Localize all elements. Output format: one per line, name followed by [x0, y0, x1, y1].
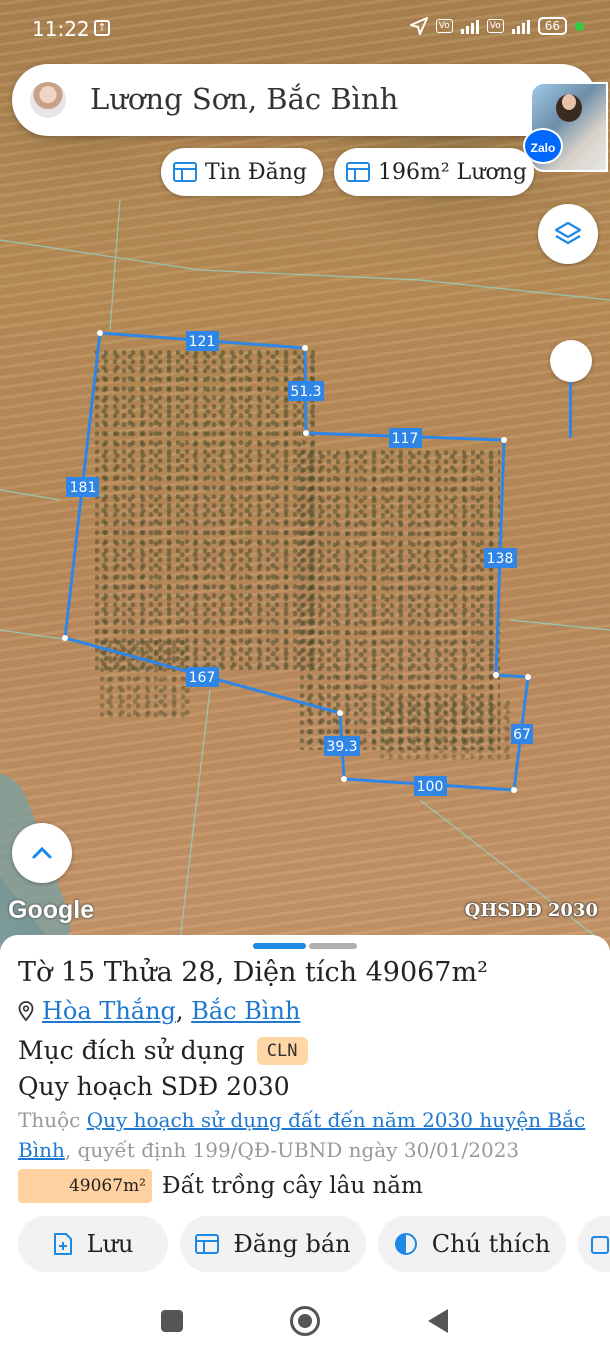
listing-icon	[346, 162, 370, 182]
plan-title: Quy hoạch SDĐ 2030	[18, 1072, 290, 1101]
more-actions-button[interactable]	[578, 1216, 610, 1272]
purpose-code-badge: CLN	[256, 1036, 308, 1065]
desc-suffix: , quyết định 199/QĐ-UBND ngày 30/01/2023	[64, 1138, 520, 1162]
edge-label: 67	[513, 727, 531, 743]
post-sale-button[interactable]: Đăng bán	[180, 1216, 366, 1272]
location-arrow-icon	[409, 17, 428, 35]
listing-icon	[195, 1234, 220, 1254]
opacity-slider-handle[interactable]	[550, 340, 592, 382]
area-description: Đất trồng cây lâu năm	[162, 1173, 423, 1199]
save-label: Lưu	[86, 1230, 134, 1258]
layers-button[interactable]	[538, 204, 598, 264]
commune-link[interactable]: Hòa Thắng	[42, 997, 176, 1025]
signal-icon	[460, 18, 479, 34]
edge-label: 121	[189, 334, 216, 350]
edge-label: 100	[417, 779, 444, 795]
area-value-box: 49067m²	[18, 1169, 152, 1203]
opacity-slider-track[interactable]	[569, 382, 572, 438]
half-circle-icon	[394, 1233, 417, 1255]
purpose-label: Mục đích sử dụng	[18, 1036, 245, 1065]
upload-icon: ↑	[94, 20, 110, 36]
separator: ,	[175, 997, 192, 1025]
edge-label: 117	[392, 431, 419, 447]
edge-label: 39.3	[326, 739, 357, 755]
chip-listing-area[interactable]: 196m² Lương Sơn	[334, 148, 534, 196]
parcel-boundary[interactable]: 121 51.3 117 181 138 167 39.3 67 100	[0, 0, 610, 950]
search-bar[interactable]: Lương Sơn, Bắc Bình	[12, 64, 597, 136]
battery-icon: 66	[537, 17, 567, 35]
avatar[interactable]	[30, 82, 66, 118]
edge-label: 51.3	[290, 384, 321, 400]
status-time: 11:22	[32, 17, 90, 41]
post-sale-label: Đăng bán	[233, 1230, 351, 1258]
satellite-map[interactable]: 121 51.3 117 181 138 167 39.3 67 100	[0, 0, 610, 950]
volte-icon: Vo	[435, 19, 453, 33]
action-row: Lưu Đăng bán Chú thích	[18, 1216, 610, 1272]
edge-label: 138	[487, 551, 514, 567]
layer-label: QHSDĐ 2030	[464, 900, 598, 921]
plan-description: Thuộc Quy hoạch sử dụng đất đến năm 2030…	[18, 1105, 598, 1165]
district-link[interactable]: Bắc Bình	[191, 997, 300, 1025]
desc-prefix: Thuộc	[18, 1108, 87, 1132]
search-title[interactable]: Lương Sơn, Bắc Bình	[90, 82, 398, 116]
parcel-title: Tờ 15 Thửa 28, Diện tích 49067m²	[18, 957, 488, 988]
google-logo: Google	[8, 896, 95, 924]
add-photo-icon	[591, 1236, 609, 1254]
legend-label: Chú thích	[431, 1230, 551, 1258]
back-icon[interactable]	[428, 1309, 448, 1333]
file-plus-icon	[53, 1233, 72, 1255]
parcel-location: Hòa Thắng, Bắc Bình	[18, 997, 300, 1025]
cadastral-lines	[0, 199, 610, 941]
sheet-handle[interactable]	[309, 943, 357, 949]
signal-5g-icon	[511, 18, 530, 34]
chip-label: 196m² Lương Sơn	[378, 159, 534, 185]
edge-label: 167	[189, 670, 216, 686]
expand-button[interactable]	[12, 823, 72, 883]
chip-tin-dang[interactable]: Tin Đăng	[161, 148, 323, 196]
recent-apps-icon[interactable]	[161, 1310, 183, 1332]
area-row: 49067m² Đất trồng cây lâu năm	[18, 1169, 423, 1203]
save-button[interactable]: Lưu	[18, 1216, 168, 1272]
purpose-row: Mục đích sử dụng CLN	[18, 1036, 308, 1065]
system-nav-bar	[0, 1290, 610, 1356]
chip-label: Tin Đăng	[205, 159, 307, 185]
legend-button[interactable]: Chú thích	[378, 1216, 566, 1272]
volte-icon: Vo	[486, 19, 504, 33]
home-icon[interactable]	[290, 1306, 320, 1336]
privacy-dot-icon	[575, 21, 584, 31]
layers-icon	[554, 221, 582, 245]
listing-icon	[173, 162, 197, 182]
edge-label: 181	[70, 480, 97, 496]
location-pin-icon	[18, 1001, 34, 1021]
bottom-sheet[interactable]: Tờ 15 Thửa 28, Diện tích 49067m² Hòa Thắ…	[0, 935, 610, 1356]
chevron-up-icon	[32, 846, 52, 859]
sheet-handle[interactable]	[253, 943, 306, 949]
parcel-polygon	[63, 331, 530, 792]
status-bar: 11:22 ↑ Vo Vo 66	[0, 0, 610, 60]
